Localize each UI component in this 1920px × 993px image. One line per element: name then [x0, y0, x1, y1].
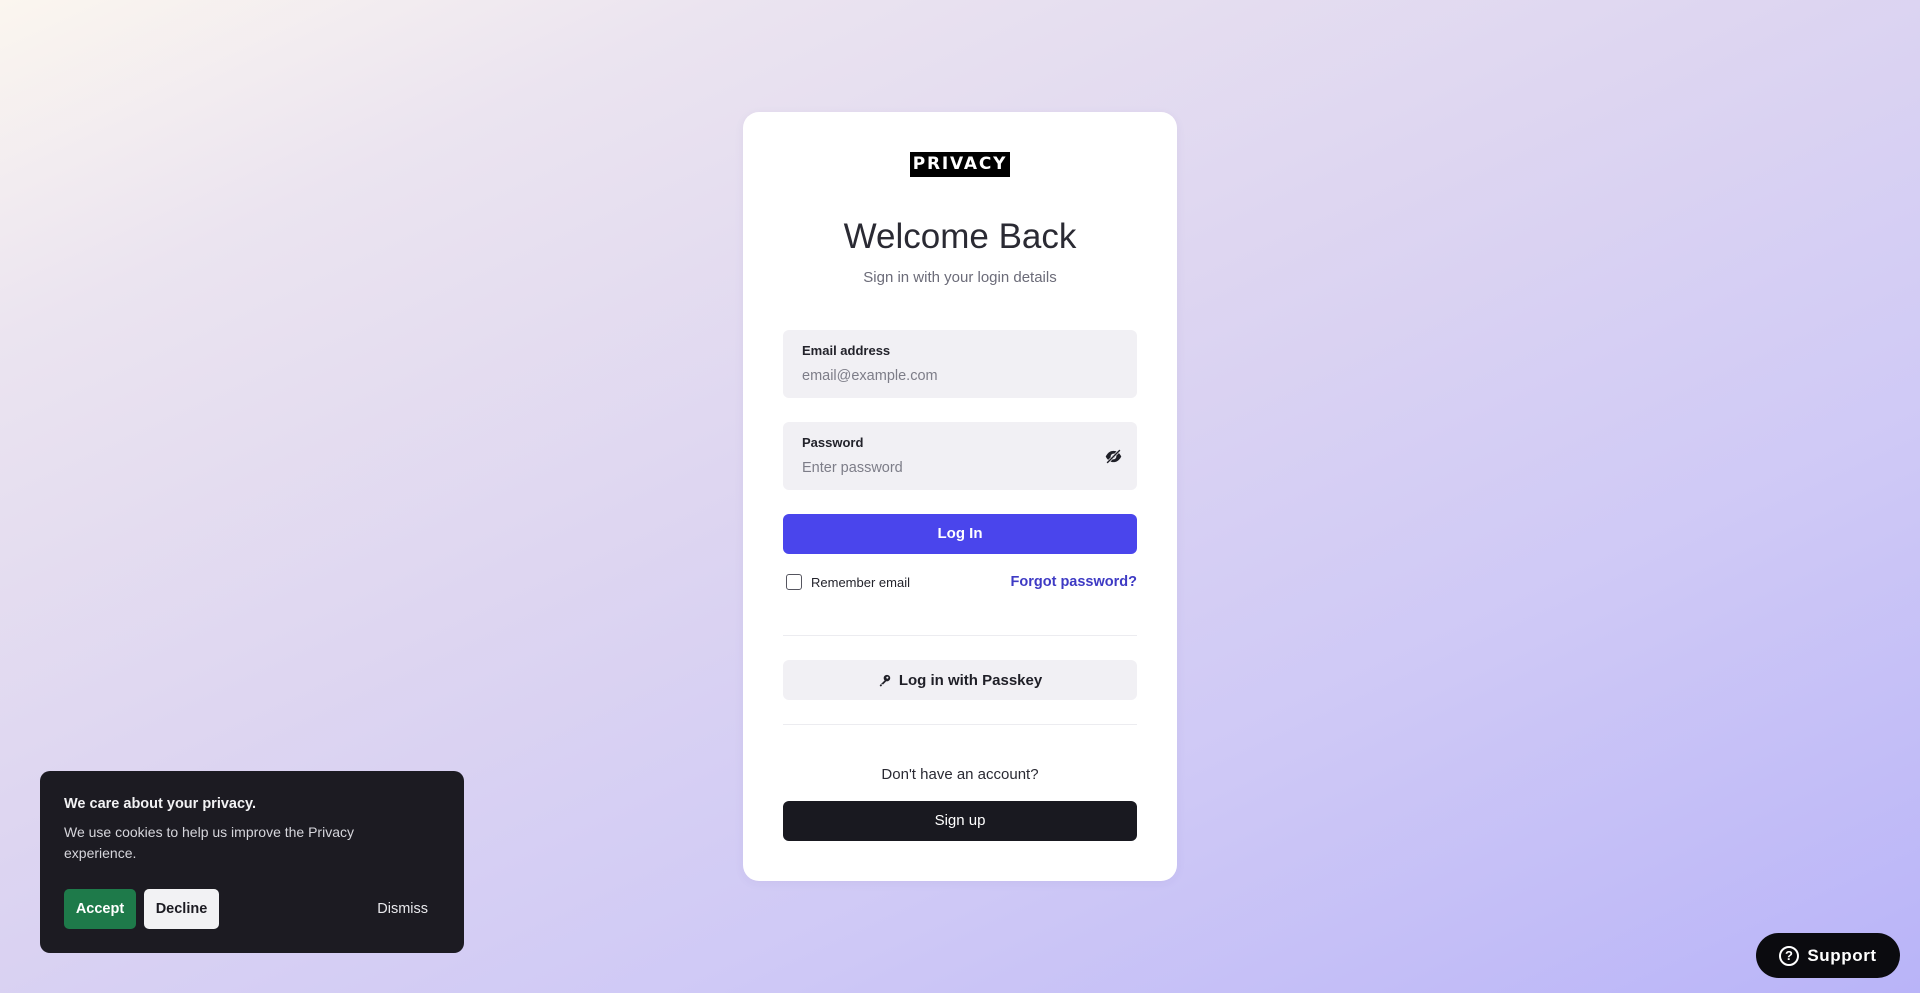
- signup-button[interactable]: Sign up: [783, 801, 1137, 841]
- passkey-button[interactable]: Log in with Passkey: [783, 660, 1137, 700]
- support-button[interactable]: ? Support: [1756, 933, 1900, 978]
- remember-email[interactable]: Remember email: [786, 574, 910, 590]
- divider: [783, 635, 1137, 636]
- accept-cookies-button[interactable]: Accept: [64, 889, 136, 929]
- remember-checkbox[interactable]: [786, 574, 802, 590]
- cookie-banner: We care about your privacy. We use cooki…: [40, 771, 464, 953]
- eye-off-icon[interactable]: [1102, 445, 1124, 467]
- help-circle-icon: ?: [1779, 945, 1800, 966]
- password-field[interactable]: Password Enter password: [783, 422, 1137, 490]
- email-label: Email address: [802, 343, 891, 358]
- page-subtitle: Sign in with your login details: [863, 269, 1057, 286]
- no-account-text: Don't have an account?: [881, 766, 1039, 783]
- email-field[interactable]: Email address email@example.com: [783, 330, 1137, 398]
- cookie-title: We care about your privacy.: [64, 796, 257, 812]
- login-card: PRIVACY Welcome Back Sign in with your l…: [743, 112, 1177, 881]
- password-input[interactable]: Enter password: [802, 460, 903, 476]
- forgot-password-link[interactable]: Forgot password?: [1011, 574, 1137, 590]
- page-title: Welcome Back: [843, 217, 1077, 256]
- dismiss-cookies-button[interactable]: Dismiss: [377, 889, 428, 929]
- privacy-logo: PRIVACY: [910, 152, 1010, 177]
- support-label: Support: [1807, 945, 1877, 965]
- key-icon: [878, 674, 891, 687]
- decline-cookies-button[interactable]: Decline: [144, 889, 219, 929]
- passkey-label: Log in with Passkey: [898, 671, 1043, 689]
- email-input[interactable]: email@example.com: [802, 368, 938, 384]
- cookie-text: We use cookies to help us improve the Pr…: [64, 824, 354, 861]
- divider: [783, 724, 1137, 725]
- remember-label: Remember email: [811, 574, 910, 590]
- login-button[interactable]: Log In: [783, 514, 1137, 554]
- password-label: Password: [802, 435, 864, 450]
